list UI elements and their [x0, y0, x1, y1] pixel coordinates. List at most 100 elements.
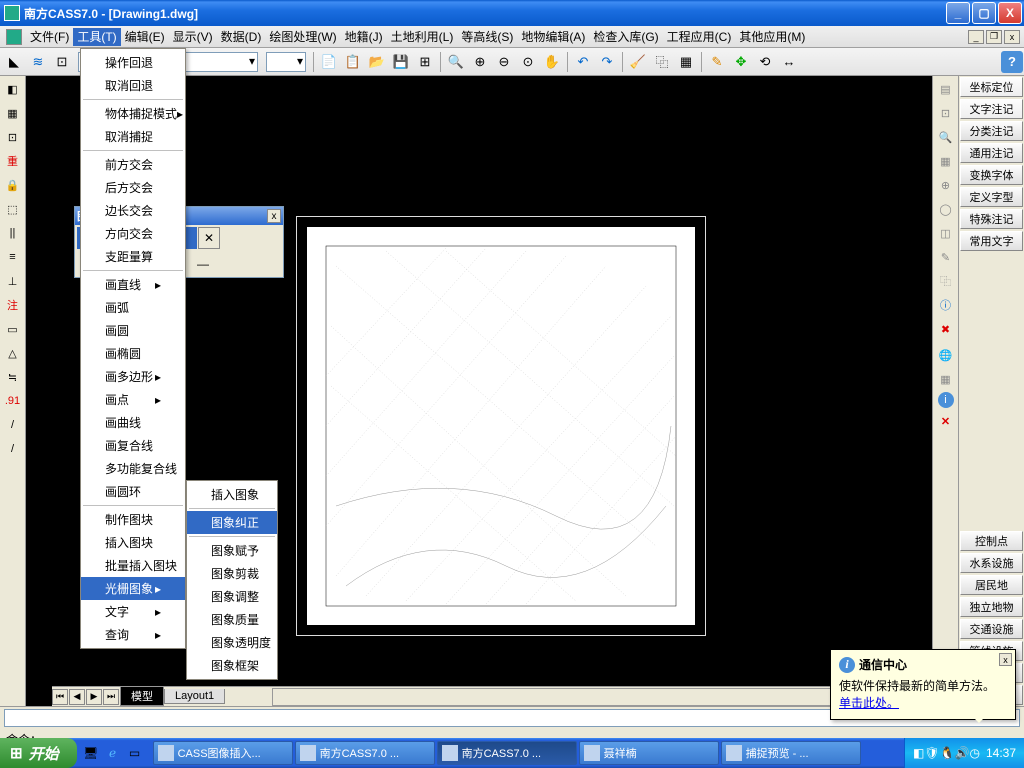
tool-help-icon[interactable]: ? [1001, 51, 1023, 73]
mi-画圆[interactable]: 画圆 [81, 319, 185, 342]
menu-1[interactable]: 工具(T) [73, 28, 120, 46]
tool-doc-icon[interactable]: 📋 [342, 51, 364, 73]
left-tool-14[interactable]: / [2, 414, 24, 436]
menu-7[interactable]: 土地利用(L) [387, 28, 458, 46]
menu-0[interactable]: 文件(F) [26, 28, 73, 46]
tab-nav-first[interactable]: ⏮ [52, 689, 68, 705]
tab-nav-prev[interactable]: ◀ [69, 689, 85, 705]
menu-11[interactable]: 工程应用(C) [663, 28, 736, 46]
mi-插入图块[interactable]: 插入图块 [81, 531, 185, 554]
tool-draw1[interactable]: ◣ [3, 51, 25, 73]
left-tool-3[interactable]: 重 [2, 150, 24, 172]
menu-12[interactable]: 其他应用(M) [735, 28, 809, 46]
start-button[interactable]: 开始 [0, 738, 77, 768]
mdi-restore[interactable]: ❐ [986, 30, 1002, 44]
left-tool-6[interactable]: || [2, 222, 24, 244]
left-tool-13[interactable]: .91 [2, 390, 24, 412]
ql-desktop-icon[interactable]: 🖥 [81, 742, 101, 764]
mi-制作图块[interactable]: 制作图块 [81, 508, 185, 531]
left-tool-12[interactable]: ≒ [2, 366, 24, 388]
tool-edit-icon[interactable]: ✎ [706, 51, 728, 73]
left-tool-10[interactable]: ▭ [2, 318, 24, 340]
mi-前方交会[interactable]: 前方交会 [81, 153, 185, 176]
rtool-scale-icon[interactable]: ◫ [935, 222, 957, 244]
tool-zoom-out-icon[interactable]: ⊖ [493, 51, 515, 73]
mi-画点[interactable]: 画点 [81, 388, 185, 411]
tool-zoom-in-icon[interactable]: ⊕ [469, 51, 491, 73]
mi-取消回退[interactable]: 取消回退 [81, 74, 185, 97]
tray-icon[interactable]: ◧ [913, 746, 924, 760]
rtool-doc-icon[interactable]: ▤ [935, 78, 957, 100]
rtool-search-icon[interactable]: 🔍 [935, 126, 957, 148]
mdi-minimize[interactable]: _ [968, 30, 984, 44]
sub-图象框架[interactable]: 图象框架 [187, 654, 277, 677]
mi-取消捕捉[interactable]: 取消捕捉 [81, 125, 185, 148]
left-tool-15[interactable]: / [2, 438, 24, 460]
sub-图象调整[interactable]: 图象调整 [187, 585, 277, 608]
left-tool-1[interactable]: ▦ [2, 102, 24, 124]
minimize-button[interactable]: _ [946, 2, 970, 24]
mi-多功能复合线[interactable]: 多功能复合线 [81, 457, 185, 480]
task-3[interactable]: 聂祥楠 [579, 741, 719, 765]
rp-top-2[interactable]: 分类注记 [960, 121, 1023, 141]
rp-top-6[interactable]: 特殊注记 [960, 209, 1023, 229]
mi-光栅图象[interactable]: 光栅图象 [81, 577, 185, 600]
rp-bot-1[interactable]: 水系设施 [960, 553, 1023, 573]
sub-图象质量[interactable]: 图象质量 [187, 608, 277, 631]
linetype-dropdown[interactable] [266, 52, 306, 72]
rp-bot-0[interactable]: 控制点 [960, 531, 1023, 551]
task-0[interactable]: CASS图像插入... [153, 741, 293, 765]
sub-图象透明度[interactable]: 图象透明度 [187, 631, 277, 654]
menu-10[interactable]: 检查入库(G) [589, 28, 662, 46]
rtool-pen-icon[interactable]: ✎ [935, 246, 957, 268]
rp-bot-3[interactable]: 独立地物 [960, 597, 1023, 617]
task-2[interactable]: 南方CASS7.0 ... [437, 741, 577, 765]
mi-画直线[interactable]: 画直线 [81, 273, 185, 296]
mi-画圆环[interactable]: 画圆环 [81, 480, 185, 503]
mi-物体捕捉模式[interactable]: 物体捕捉模式 [81, 102, 185, 125]
mi-画弧[interactable]: 画弧 [81, 296, 185, 319]
rtool-table-icon[interactable]: ▦ [935, 368, 957, 390]
sub-图象赋予[interactable]: 图象赋予 [187, 539, 277, 562]
tool-erase-icon[interactable]: 🧹 [627, 51, 649, 73]
tool-zoom-window-icon[interactable]: 🔍 [445, 51, 467, 73]
mi-后方交会[interactable]: 后方交会 [81, 176, 185, 199]
mdi-close[interactable]: x [1004, 30, 1020, 44]
tool-redo-icon[interactable]: ↷ [596, 51, 618, 73]
rtool-info-icon[interactable]: ⓘ [935, 294, 957, 316]
mi-画曲线[interactable]: 画曲线 [81, 411, 185, 434]
left-tool-4[interactable]: 🔒 [2, 174, 24, 196]
rp-bot-2[interactable]: 居民地 [960, 575, 1023, 595]
mi-边长交会[interactable]: 边长交会 [81, 199, 185, 222]
tool-undo-icon[interactable]: ↶ [572, 51, 594, 73]
ql-app-icon[interactable]: ▭ [125, 742, 145, 764]
sub-图象纠正[interactable]: 图象纠正 [187, 511, 277, 534]
tool-grid-icon[interactable]: ▦ [675, 51, 697, 73]
mi-支距量算[interactable]: 支距量算 [81, 245, 185, 268]
rtool-help-icon[interactable]: ✖ [935, 318, 957, 340]
tool-zoom-extents-icon[interactable]: ⊙ [517, 51, 539, 73]
rp-top-4[interactable]: 变换字体 [960, 165, 1023, 185]
tool-dim-icon[interactable]: ↔ [778, 51, 800, 73]
mi-方向交会[interactable]: 方向交会 [81, 222, 185, 245]
left-tool-9[interactable]: 注 [2, 294, 24, 316]
menu-6[interactable]: 地籍(J) [341, 28, 387, 46]
rp-top-3[interactable]: 通用注记 [960, 143, 1023, 163]
rtool-layer-icon[interactable]: ▦ [935, 150, 957, 172]
rp-top-7[interactable]: 常用文字 [960, 231, 1023, 251]
close-button[interactable]: X [998, 2, 1022, 24]
rtool-tree-icon[interactable]: ⊡ [935, 102, 957, 124]
rtool-info2-icon[interactable]: i [938, 392, 954, 408]
rp-bot-4[interactable]: 交通设施 [960, 619, 1023, 639]
menu-4[interactable]: 数据(D) [217, 28, 266, 46]
system-tray[interactable]: ◧ 🛡 🐧 🔊 ◷ 14:37 [904, 738, 1024, 768]
mi-批量插入图块[interactable]: 批量插入图块 [81, 554, 185, 577]
ftool-close2[interactable]: ✕ [198, 227, 220, 249]
left-tool-11[interactable]: △ [2, 342, 24, 364]
mi-画椭圆[interactable]: 画椭圆 [81, 342, 185, 365]
tool-copy-icon[interactable]: ⿻ [651, 51, 673, 73]
balloon-close[interactable]: x [999, 653, 1012, 666]
tab-nav-next[interactable]: ▶ [86, 689, 102, 705]
tray-icon[interactable]: 🛡 [924, 746, 939, 760]
tool-open-icon[interactable]: 📂 [366, 51, 388, 73]
